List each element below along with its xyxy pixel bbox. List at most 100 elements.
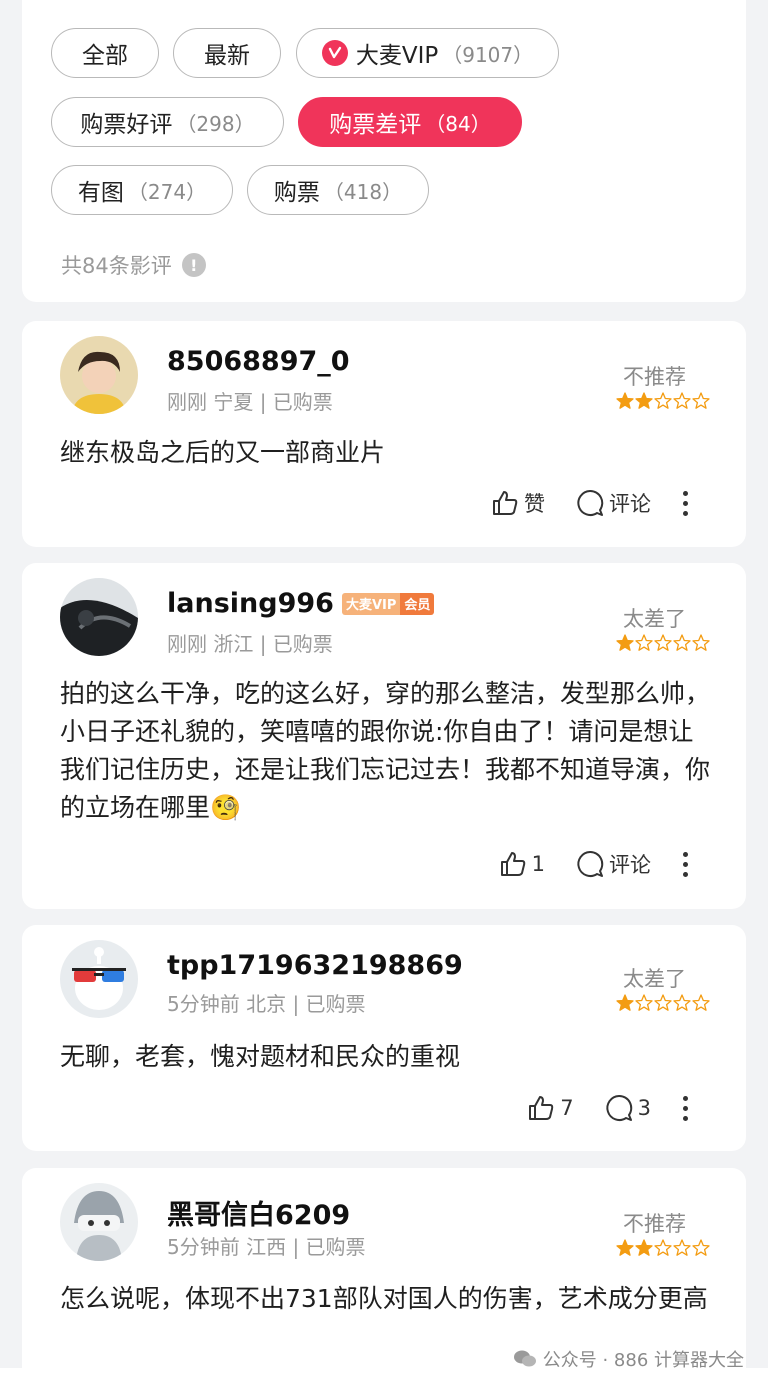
comment-icon xyxy=(577,489,604,516)
chip-count: （274） xyxy=(127,179,207,204)
comment-button[interactable]: 评论 xyxy=(575,849,651,879)
vip-member-badge: 大麦VIP 会员 xyxy=(341,592,435,615)
star-rating xyxy=(616,634,710,652)
like-button[interactable]: 赞 xyxy=(490,488,545,518)
star-filled-icon xyxy=(616,392,634,409)
comment-label: 评论 xyxy=(609,853,651,877)
review-actions: 赞 评论 xyxy=(490,488,688,518)
username[interactable]: 黑哥信白6209 xyxy=(167,1193,350,1232)
wechat-watermark: 公众号 · 886 计算器大全 xyxy=(513,1346,744,1372)
star-empty-icon xyxy=(673,634,691,651)
comment-icon xyxy=(606,1094,632,1121)
like-count: 1 xyxy=(531,852,545,876)
star-empty-icon xyxy=(692,994,710,1011)
filter-chip-with-images[interactable]: 有图 （274） xyxy=(51,165,233,215)
star-empty-icon xyxy=(635,994,653,1011)
thumbs-up-icon xyxy=(500,852,525,876)
total-reviews: 共84条影评 ! xyxy=(61,250,206,280)
star-filled-icon xyxy=(635,392,653,409)
review-verdict: 太差了 xyxy=(623,967,686,991)
chip-count: （9107） xyxy=(442,42,534,67)
star-empty-icon xyxy=(654,1239,672,1256)
more-options-icon[interactable] xyxy=(683,490,688,516)
review-actions: 1 评论 xyxy=(498,849,688,879)
review-actions: 7 3 xyxy=(526,1093,688,1123)
thumbs-up-icon xyxy=(493,491,518,515)
filter-chip-all[interactable]: 全部 xyxy=(51,28,159,78)
star-filled-icon xyxy=(616,994,634,1011)
comment-count: 3 xyxy=(637,1096,651,1120)
username[interactable]: lansing996 大麦VIP 会员 xyxy=(167,588,435,619)
review-verdict: 不推荐 xyxy=(623,1212,686,1236)
star-rating xyxy=(616,994,710,1012)
filter-chip-good-reviews[interactable]: 购票好评 （298） xyxy=(51,97,284,147)
comment-label: 评论 xyxy=(609,492,651,516)
star-empty-icon xyxy=(654,994,672,1011)
like-button[interactable]: 1 xyxy=(498,849,545,879)
filter-chip-damai-vip[interactable]: 大麦VIP （9107） xyxy=(296,28,559,78)
star-empty-icon xyxy=(673,1239,691,1256)
review-meta: 5分钟前 江西 | 已购票 xyxy=(167,1235,366,1259)
filter-chip-bad-reviews[interactable]: 购票差评 （84） xyxy=(298,97,522,147)
chip-count: （418） xyxy=(323,179,403,204)
total-reviews-label: 共84条影评 xyxy=(61,254,172,278)
comment-icon xyxy=(577,850,604,877)
like-button[interactable]: 7 xyxy=(526,1093,574,1123)
review-content: 拍的这么干净，吃的这么好，穿的那么整洁，发型那么帅，小日子还礼貌的，笑嘻嘻的跟你… xyxy=(60,679,711,822)
thumbs-up-icon xyxy=(529,1096,554,1120)
chip-count: （84） xyxy=(425,111,491,136)
star-empty-icon xyxy=(692,392,710,409)
chip-label: 购票 xyxy=(273,180,320,206)
watermark-text: 公众号 · 886 计算器大全 xyxy=(542,1350,744,1371)
damai-vip-icon xyxy=(321,40,348,66)
star-empty-icon xyxy=(635,634,653,651)
review-meta: 5分钟前 北京 | 已购票 xyxy=(167,992,366,1016)
wechat-icon xyxy=(513,1350,536,1367)
like-count: 7 xyxy=(560,1096,574,1120)
review-verdict: 太差了 xyxy=(623,607,686,631)
review-card: tpp1719632198869 5分钟前 北京 | 已购票 太差了 无聊，老套… xyxy=(22,925,746,1151)
chip-label: 大麦VIP xyxy=(355,43,439,69)
review-meta: 刚刚 宁夏 | 已购票 xyxy=(167,390,333,414)
username[interactable]: tpp1719632198869 xyxy=(167,950,463,981)
filter-chip-latest[interactable]: 最新 xyxy=(173,28,281,78)
chip-label: 有图 xyxy=(77,180,124,206)
avatar[interactable] xyxy=(60,940,138,1018)
comment-button[interactable]: 3 xyxy=(604,1093,651,1123)
star-empty-icon xyxy=(654,392,672,409)
star-empty-icon xyxy=(673,994,691,1011)
review-verdict: 不推荐 xyxy=(623,365,686,389)
star-empty-icon xyxy=(654,634,672,651)
chip-label: 购票好评 xyxy=(80,112,173,138)
chip-count: （298） xyxy=(176,111,255,136)
review-content: 继东极岛之后的又一部商业片 xyxy=(60,438,386,467)
chip-label: 购票差评 xyxy=(329,112,422,138)
star-empty-icon xyxy=(692,634,710,651)
avatar[interactable] xyxy=(60,336,138,414)
like-label: 赞 xyxy=(524,492,545,516)
avatar[interactable] xyxy=(60,1183,138,1261)
filter-chip-ticket[interactable]: 购票 （418） xyxy=(247,165,429,215)
more-options-icon[interactable] xyxy=(683,1095,688,1121)
avatar[interactable] xyxy=(60,578,138,656)
vip-tag-left: 大麦VIP xyxy=(341,592,401,615)
comment-button[interactable]: 评论 xyxy=(575,488,651,518)
star-rating xyxy=(616,392,710,410)
chip-label: 全部 xyxy=(82,43,128,69)
filter-card: 全部 最新 大麦VIP （9107） 购票好评 （298） 购票差评 （84） … xyxy=(22,0,746,302)
username-text: lansing996 xyxy=(167,588,334,619)
username[interactable]: 85068897_0 xyxy=(167,346,350,377)
chip-label: 最新 xyxy=(204,43,250,69)
review-meta: 刚刚 浙江 | 已购票 xyxy=(167,632,333,656)
vip-tag-right: 会员 xyxy=(400,592,435,615)
review-content: 怎么说呢，体现不出731部队对国人的伤害，艺术成分更高 xyxy=(60,1284,708,1313)
star-empty-icon xyxy=(673,392,691,409)
star-rating xyxy=(616,1239,710,1257)
more-options-icon[interactable] xyxy=(683,851,688,877)
star-filled-icon xyxy=(616,1239,634,1256)
review-card: lansing996 大麦VIP 会员 刚刚 浙江 | 已购票 太差了 拍的这么… xyxy=(22,563,746,909)
star-filled-icon xyxy=(635,1239,653,1256)
star-filled-icon xyxy=(616,634,634,651)
info-icon[interactable]: ! xyxy=(181,253,206,277)
star-empty-icon xyxy=(692,1239,710,1256)
